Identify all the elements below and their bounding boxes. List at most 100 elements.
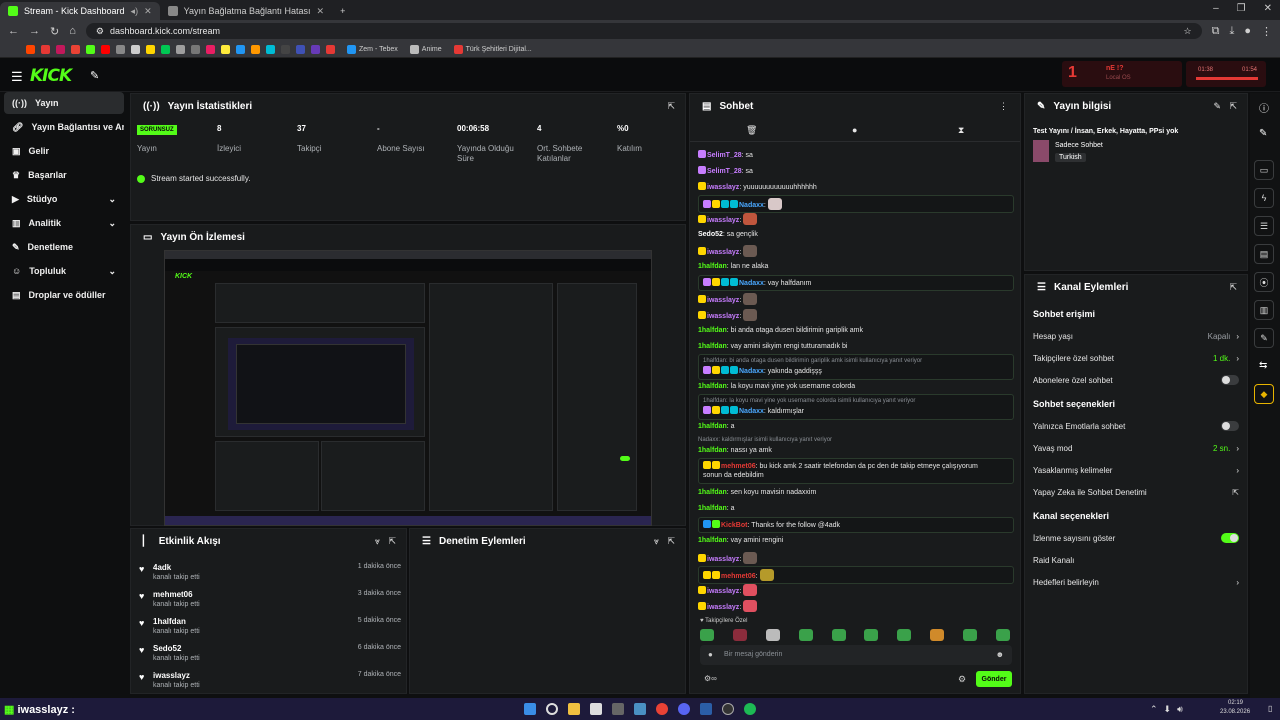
toggle-switch[interactable]: [1221, 375, 1239, 385]
bookmark-icon[interactable]: [41, 45, 50, 54]
chat-user[interactable]: KickBot: [721, 522, 747, 529]
bookmark-icon[interactable]: [116, 45, 125, 54]
bookmark-icon[interactable]: [176, 45, 185, 54]
filter-icon[interactable]: ⩔: [654, 536, 659, 547]
hamburger-menu-icon[interactable]: ☰: [11, 69, 23, 85]
chat-user[interactable]: Nadaxx: [739, 202, 764, 209]
spotify-icon[interactable]: [744, 703, 756, 715]
chat-reply-message[interactable]: 1halfdan: la koyu mavi yine yok username…: [698, 394, 1014, 420]
close-tab-icon[interactable]: ✕: [144, 6, 152, 17]
toggle-switch[interactable]: [1221, 533, 1239, 543]
slow-mode-setting[interactable]: Yavaş mod 2 sn. ›: [1033, 441, 1239, 455]
stream-category[interactable]: Sadece Sohbet: [1055, 142, 1103, 149]
popout-icon[interactable]: ⇱: [667, 101, 675, 112]
sidebar-item-basarilar[interactable]: ♛ Başarılar: [4, 164, 124, 186]
new-tab-button[interactable]: +: [332, 2, 353, 20]
chat-message[interactable]: 1halfdan: vay amini rengini: [698, 536, 1014, 545]
chat-message-highlighted[interactable]: KickBot: Thanks for the follow @4adk: [698, 517, 1014, 533]
browser-tab-active[interactable]: Stream - Kick Dashboard ◂) ✕: [0, 2, 160, 20]
maximize-icon[interactable]: ❐: [1237, 3, 1246, 14]
bookmark-icon[interactable]: [221, 45, 230, 54]
emote-icon[interactable]: [700, 629, 714, 641]
media-icon[interactable]: [612, 703, 624, 715]
chat-message[interactable]: 1halfdan: nassı ya amk: [698, 446, 1014, 455]
emote-icon[interactable]: [897, 629, 912, 641]
chat-message[interactable]: 1halfdan: la koyu mavi yine yok username…: [698, 382, 1014, 391]
emote-icon[interactable]: [798, 629, 813, 641]
bookmark-icon[interactable]: [86, 45, 95, 54]
chat-user[interactable]: 1halfdan: [698, 537, 727, 544]
extensions-icon[interactable]: ⧉: [1212, 25, 1220, 38]
banned-words-setting[interactable]: Yasaklanmış kelimeler ›: [1033, 463, 1239, 477]
chat-message[interactable]: Sedo52: sa gençlik: [698, 230, 1014, 239]
bookmark-icon[interactable]: [251, 45, 260, 54]
trash-icon[interactable]: 🗑︎: [746, 125, 757, 136]
chat-user[interactable]: iwasslayz: [707, 217, 739, 224]
emote-icon[interactable]: [732, 629, 747, 641]
file-explorer-icon[interactable]: [568, 703, 580, 715]
chat-message[interactable]: iwasslayz:: [698, 309, 1014, 321]
windows-start-icon[interactable]: [524, 703, 536, 715]
emote-icon[interactable]: [995, 629, 1010, 641]
sidebar-item-topluluk[interactable]: ☺ Topluluk ⌄: [4, 260, 124, 282]
subs-chat-setting[interactable]: Abonelere özel sohbet: [1033, 373, 1239, 387]
chrome-icon[interactable]: [656, 703, 668, 715]
chat-user[interactable]: mehmet06: [721, 573, 756, 580]
download-icon[interactable]: ⤓: [1229, 25, 1234, 38]
send-button[interactable]: Gönder: [976, 671, 1012, 687]
emote-icon[interactable]: [831, 629, 846, 641]
chat-message[interactable]: iwasslayz:: [698, 245, 1014, 257]
emote-icon[interactable]: [765, 629, 780, 641]
chat-user[interactable]: 1halfdan: [698, 489, 727, 496]
bookmark-icon[interactable]: [56, 45, 65, 54]
rail-wrench-icon[interactable]: ✎: [1254, 328, 1274, 348]
steam-icon[interactable]: [634, 703, 646, 715]
viewer-count-setting[interactable]: İzlenme sayısını göster: [1033, 531, 1239, 545]
speaker-icon[interactable]: ◂): [131, 6, 139, 17]
chat-user[interactable]: 1halfdan: [698, 327, 727, 334]
bookmark-icon[interactable]: [26, 45, 35, 54]
obs-icon[interactable]: [722, 703, 734, 715]
rail-stats-icon[interactable]: ▭: [1254, 160, 1274, 180]
chat-user[interactable]: Nadaxx: [739, 280, 764, 287]
chat-message-highlighted[interactable]: mehmet06:: [698, 566, 1014, 584]
emote-icon[interactable]: [963, 629, 977, 641]
chat-user[interactable]: SelimT_28: [707, 168, 742, 175]
chat-input-field[interactable]: ● Bir mesaj gönderin ☻: [700, 645, 1012, 665]
chat-message[interactable]: SelimT_28: sa: [698, 166, 1014, 176]
chat-message[interactable]: iwasslayz:: [698, 584, 1014, 596]
chat-message[interactable]: 1halfdan: lan ne alaka: [698, 262, 1014, 271]
rail-broadcast-icon[interactable]: ⦿: [1254, 272, 1274, 292]
chat-message[interactable]: 1halfdan: bi anda otaga dusen bildirimin…: [698, 326, 1014, 335]
emote-icon[interactable]: [930, 629, 945, 641]
chat-user[interactable]: 1halfdan: [698, 447, 727, 454]
chat-user[interactable]: iwasslayz: [707, 556, 739, 563]
chat-user[interactable]: mehmet06: [721, 463, 756, 470]
sidebar-item-yayin[interactable]: ((·)) Yayın: [4, 92, 124, 114]
search-icon[interactable]: [546, 703, 558, 715]
chat-user[interactable]: 1halfdan: [698, 343, 727, 350]
menu-icon[interactable]: ⋮: [1261, 25, 1272, 38]
pencil-icon[interactable]: ✎: [1259, 128, 1267, 139]
chat-message[interactable]: iwasslayz:: [698, 213, 1014, 225]
emotes-only-setting[interactable]: Yalnızca Emotlarla sohbet: [1033, 419, 1239, 433]
close-window-icon[interactable]: ✕: [1264, 3, 1272, 14]
bookmark-icon[interactable]: [191, 45, 200, 54]
chat-message[interactable]: iwasslayz:: [698, 552, 1014, 564]
bookmark-icon[interactable]: [206, 45, 215, 54]
rail-share-icon[interactable]: ⇆: [1259, 360, 1267, 371]
forward-icon[interactable]: →: [29, 25, 40, 37]
popout-icon[interactable]: ⇱: [1229, 101, 1237, 112]
chat-user[interactable]: 1halfdan: [698, 423, 727, 430]
ai-moderation-setting[interactable]: Yapay Zeka ile Sohbet Denetimi ⇱: [1033, 485, 1239, 499]
settings-icon[interactable]: ⚙: [958, 674, 966, 685]
tray-icons[interactable]: ⌃⬇🔊︎: [1150, 704, 1189, 715]
discord-icon[interactable]: [678, 703, 690, 715]
chat-user[interactable]: Nadaxx: [739, 368, 764, 375]
sidebar-item-analitik[interactable]: ▥ Analitik ⌄: [4, 212, 124, 234]
bookmark-anime[interactable]: Anime: [409, 45, 442, 54]
emote-icon[interactable]: [864, 629, 879, 641]
chat-user[interactable]: 1halfdan: [698, 263, 727, 270]
chat-message-highlighted[interactable]: mehmet06: bu kick amk 2 saatir telefonda…: [698, 458, 1014, 484]
reload-icon[interactable]: ↻: [50, 25, 59, 38]
